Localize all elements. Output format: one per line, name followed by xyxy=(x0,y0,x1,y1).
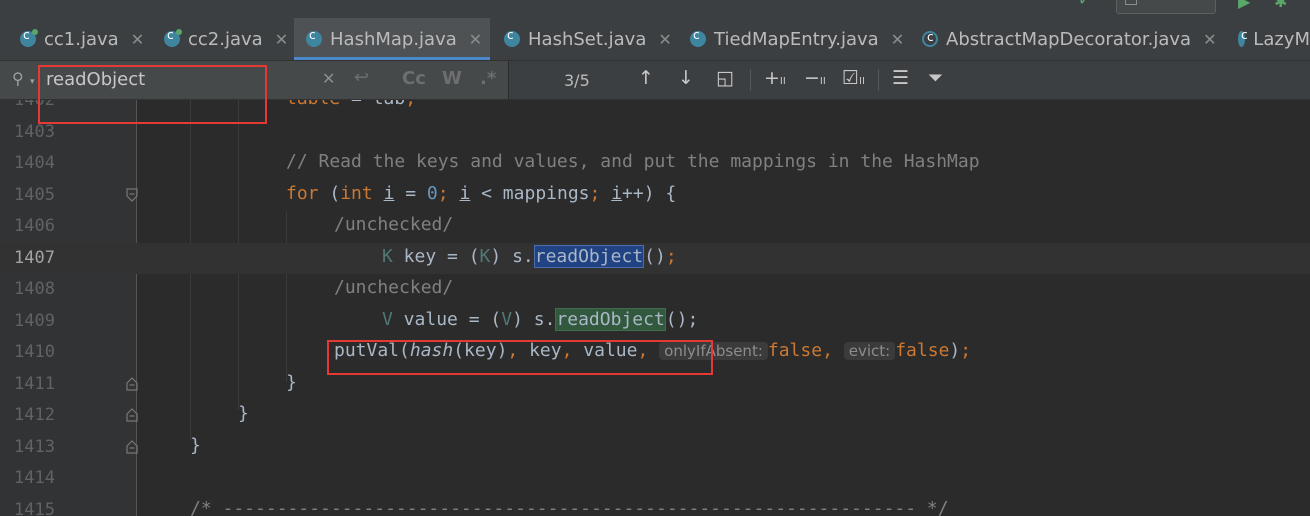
class-icon xyxy=(1238,28,1248,47)
tab-label: HashMap.java xyxy=(330,28,457,50)
code-line: 1404 // Read the keys and values, and pu… xyxy=(0,148,1310,180)
match-case-toggle[interactable]: Cc xyxy=(402,68,426,89)
abstract-class-icon xyxy=(922,30,938,47)
fold-close-icon[interactable] xyxy=(126,439,138,454)
filter-icon[interactable]: ⏷ xyxy=(928,67,943,89)
code-line: 1405 for (int i = 0; i < mappings; i++) … xyxy=(0,180,1310,212)
class-icon xyxy=(504,28,520,47)
add-occurrence-icon[interactable]: +II xyxy=(764,67,786,89)
tab-label: cc2.java xyxy=(188,28,263,50)
search-match: readObject xyxy=(555,307,666,331)
search-icon[interactable]: ⚲ xyxy=(12,69,24,88)
tab-cc1[interactable]: cc1.java ✕ xyxy=(8,18,150,60)
regex-toggle[interactable]: .* xyxy=(480,68,496,89)
code-line: 1409 V value = (V) s.readObject(); xyxy=(0,306,1310,338)
close-icon[interactable]: ✕ xyxy=(891,30,904,49)
parameter-hint-evict: evict: xyxy=(843,342,896,360)
close-icon[interactable]: ✕ xyxy=(131,30,144,49)
code-editor[interactable]: 1402 table = tab; 1403 1404 // Read the … xyxy=(0,100,1310,516)
tab-lazymap[interactable]: LazyM xyxy=(1226,18,1310,60)
code-line-current: 1407 K key = (K) s.readObject(); xyxy=(0,242,1310,274)
line-number: 1403 xyxy=(14,121,55,142)
close-icon[interactable]: ✕ xyxy=(1203,30,1216,49)
toolbar-separator xyxy=(750,69,751,91)
line-number: 1405 xyxy=(14,184,55,205)
line-number: 1410 xyxy=(14,342,55,362)
search-match-selected: readObject xyxy=(533,244,645,268)
tab-label: cc1.java xyxy=(44,28,119,50)
debug-icon[interactable]: ✱ xyxy=(1274,0,1287,11)
line-number: 1414 xyxy=(14,468,55,488)
tab-cc2[interactable]: cc2.java ✕ xyxy=(152,18,290,60)
line-number: 1408 xyxy=(14,279,55,299)
line-number: 1406 xyxy=(14,216,55,236)
close-icon[interactable]: ✕ xyxy=(469,30,482,49)
class-runnable-icon xyxy=(20,28,38,47)
tab-label: LazyM xyxy=(1253,28,1310,50)
code-line: 1414 xyxy=(0,463,1310,495)
select-all-occurrences-icon[interactable]: ◱ xyxy=(716,67,734,89)
tab-label: TiedMapEntry.java xyxy=(714,28,879,50)
line-code: } xyxy=(286,371,297,393)
tab-hashset[interactable]: HashSet.java ✕ xyxy=(492,18,676,60)
line-code: } xyxy=(190,434,201,456)
line-number: 1412 xyxy=(14,405,55,425)
line-code: table = tab; xyxy=(286,100,416,109)
previous-occurrence-icon[interactable]: ↑ xyxy=(638,67,654,89)
new-line-icon[interactable]: ↩ xyxy=(354,67,369,88)
code-line: 1412 } xyxy=(0,400,1310,432)
fold-open-icon[interactable] xyxy=(126,187,138,202)
class-icon xyxy=(306,28,322,47)
line-comment: /* -------------------------------------… xyxy=(190,497,949,516)
close-icon[interactable]: ✕ xyxy=(658,30,671,49)
line-code: for (int i = 0; i < mappings; i++) { xyxy=(286,182,677,204)
line-comment: // Read the keys and values, and put the… xyxy=(286,151,980,172)
line-code: } xyxy=(238,403,249,424)
line-code: K key = (K) s.readObject(); xyxy=(382,244,677,268)
tab-label: AbstractMapDecorator.java xyxy=(946,28,1192,50)
search-options-icon[interactable]: ☰ xyxy=(892,67,909,89)
top-toolbar-strip: ✓ cc2 ▶ ✱ xyxy=(0,0,1310,18)
annotation-box-putval xyxy=(327,340,713,375)
close-icon[interactable]: ✕ xyxy=(275,30,288,49)
vcs-update-icon[interactable]: ✓ xyxy=(1078,0,1091,9)
class-icon xyxy=(690,28,706,47)
line-code: V value = (V) s.readObject(); xyxy=(382,307,699,331)
search-history-dropdown-icon[interactable]: ▾ xyxy=(30,77,35,87)
line-number: 1415 xyxy=(14,499,55,516)
run-icon[interactable]: ▶ xyxy=(1238,0,1250,11)
line-number: 1407 xyxy=(14,247,55,268)
editor-tab-bar: cc1.java ✕ cc2.java ✕ HashMap.java ✕ Has… xyxy=(0,18,1310,61)
line-comment: /unchecked/ xyxy=(334,214,454,235)
class-runnable-icon xyxy=(164,28,182,47)
whole-words-toggle[interactable]: W xyxy=(442,68,462,89)
code-line: 1413 } xyxy=(0,432,1310,464)
code-line: 1415 /* --------------------------------… xyxy=(0,495,1310,516)
tab-hashmap[interactable]: HashMap.java ✕ xyxy=(294,18,490,60)
line-number: 1413 xyxy=(14,436,55,457)
annotation-box-search xyxy=(38,65,267,124)
line-number: 1409 xyxy=(14,310,55,331)
next-occurrence-icon[interactable]: ↓ xyxy=(678,67,694,89)
line-number: 1411 xyxy=(14,373,55,394)
run-configuration-selector[interactable]: cc2 xyxy=(1116,0,1216,14)
select-occurrence-icon[interactable]: ☑II xyxy=(842,67,865,89)
line-comment: /unchecked/ xyxy=(334,277,454,298)
clear-search-icon[interactable]: ✕ xyxy=(322,69,335,88)
fold-close-icon[interactable] xyxy=(126,408,138,422)
tab-abstractmapdecorator[interactable]: AbstractMapDecorator.java ✕ xyxy=(910,18,1226,60)
run-config-icon xyxy=(1125,0,1137,5)
run-config-label: cc2 xyxy=(1151,0,1174,4)
code-line: 1408 /unchecked/ xyxy=(0,274,1310,306)
toolbar-separator xyxy=(878,69,879,91)
remove-occurrence-icon[interactable]: −II xyxy=(804,67,826,89)
fold-close-icon[interactable] xyxy=(126,376,138,391)
tab-label: HashSet.java xyxy=(528,28,647,50)
code-line: 1406 /unchecked/ xyxy=(0,211,1310,243)
match-count: 3/5 xyxy=(564,71,590,90)
tab-tiedmapentry[interactable]: TiedMapEntry.java ✕ xyxy=(678,18,914,60)
line-number: 1404 xyxy=(14,153,55,173)
